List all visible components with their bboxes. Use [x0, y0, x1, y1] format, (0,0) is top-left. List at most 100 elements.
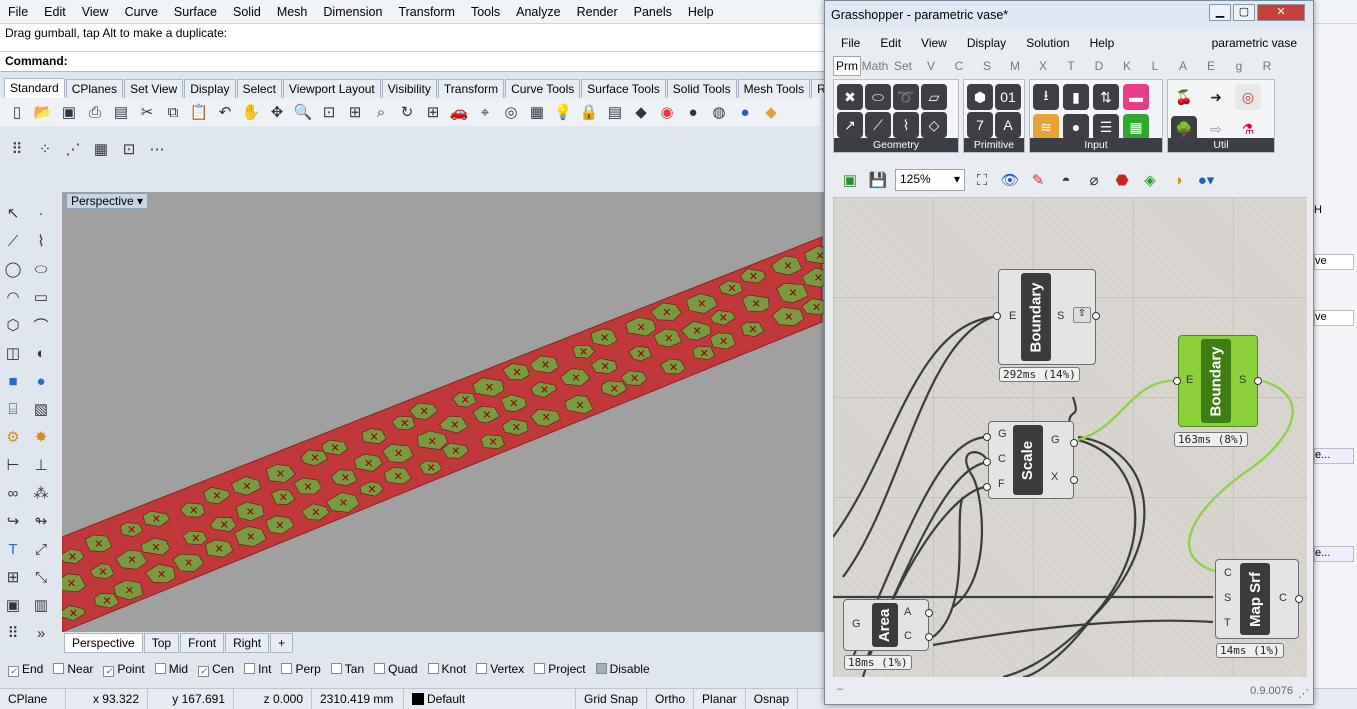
checkbox[interactable]	[534, 663, 546, 674]
zoom-icon[interactable]: 🔍	[292, 101, 314, 123]
osnap-point[interactable]: Point	[103, 662, 145, 677]
gh-document-name[interactable]: parametric vase	[1212, 36, 1297, 50]
scatter-icon[interactable]: ⊡	[118, 138, 140, 160]
planar-toggle[interactable]: Planar	[694, 689, 746, 709]
car-icon[interactable]: 🚗	[448, 101, 470, 123]
checkbox[interactable]	[374, 663, 386, 674]
input-pin[interactable]	[1173, 377, 1181, 385]
osnap-toggle[interactable]: Osnap	[746, 689, 799, 709]
gh-tab-prm[interactable]: Prm	[833, 56, 861, 76]
tab-display[interactable]: Display	[184, 79, 236, 98]
color-preview-icon[interactable]: ◑	[1167, 169, 1189, 191]
graph-mapper-icon[interactable]: ≋	[1033, 114, 1059, 140]
point-icon[interactable]: ·	[30, 202, 52, 224]
boundary-component-2[interactable]: Boundary E S	[1178, 335, 1258, 427]
input-port-g[interactable]: G	[852, 618, 861, 630]
block-icon[interactable]: ▣	[2, 594, 24, 616]
surface-corner-icon[interactable]: ◫	[2, 342, 24, 364]
viewport-tab-right[interactable]: Right	[225, 633, 270, 653]
more-tools-icon[interactable]: ⠿	[2, 622, 24, 644]
layer-icon[interactable]: ▤	[604, 101, 626, 123]
gh-menu-item-edit[interactable]: Edit	[880, 36, 901, 50]
dotted-curve-icon[interactable]: ⋯	[146, 138, 168, 160]
viewport-tab--[interactable]: +	[270, 633, 294, 653]
osnap-end[interactable]: End	[8, 662, 43, 677]
output-pin[interactable]	[1254, 377, 1262, 385]
mesh-param-icon[interactable]: ◇	[921, 112, 947, 138]
panel-button-1[interactable]: e...	[1314, 448, 1354, 464]
text-icon[interactable]: T	[2, 538, 24, 560]
gradient-icon[interactable]: ▬	[1123, 84, 1149, 110]
gh-tab-g[interactable]: g	[1225, 59, 1253, 73]
checkbox[interactable]	[476, 663, 488, 674]
gh-menu-item-file[interactable]: File	[841, 36, 860, 50]
ellipse-icon[interactable]: ⬭	[30, 258, 52, 280]
gh-tab-m[interactable]: M	[1001, 59, 1029, 73]
gh-menu-item-display[interactable]: Display	[967, 36, 1006, 50]
grid-icon[interactable]: ▦	[526, 101, 548, 123]
cut-icon[interactable]: ✂	[136, 101, 158, 123]
split-icon[interactable]: ⊥	[30, 454, 52, 476]
checkbox[interactable]	[330, 663, 342, 674]
osnap-knot[interactable]: Knot	[427, 662, 466, 676]
button-icon[interactable]: ●	[1063, 114, 1089, 140]
matrix-icon[interactable]: ▦	[1123, 114, 1149, 140]
gh-menu-item-solution[interactable]: Solution	[1026, 36, 1069, 50]
point-param-icon[interactable]: ✖	[837, 84, 863, 110]
open-folder-icon[interactable]: 📂	[32, 101, 54, 123]
select-arrow-icon[interactable]: ↖	[2, 202, 24, 224]
pan-hand-icon[interactable]: ✋	[240, 101, 262, 123]
grid-snap-toggle[interactable]: Grid Snap	[576, 689, 648, 709]
explode-icon[interactable]: ✸	[30, 426, 52, 448]
boundary-component-1[interactable]: Boundary E S ⇧	[998, 269, 1096, 365]
render-icon[interactable]: ◆	[630, 101, 652, 123]
zoom-extents-frame-icon[interactable]: ⛶	[971, 169, 993, 191]
text-param-icon[interactable]: A	[995, 112, 1021, 138]
color-wheel-icon[interactable]: ◉	[656, 101, 678, 123]
points-line-icon[interactable]: ⋰	[62, 138, 84, 160]
viewport-tab-front[interactable]: Front	[180, 633, 225, 653]
output-port-s[interactable]: S	[1239, 374, 1246, 386]
preview-shaded-icon[interactable]: ◓	[1055, 169, 1077, 191]
jump-icon[interactable]: ◎	[1235, 84, 1261, 110]
copy-icon[interactable]: ⧉	[162, 101, 184, 123]
output-pin[interactable]	[1070, 439, 1078, 447]
menu-item-render[interactable]: Render	[569, 0, 626, 24]
sketch-pen-icon[interactable]: ✎	[1027, 169, 1049, 191]
osnap-quad[interactable]: Quad	[374, 662, 418, 676]
checkbox[interactable]	[154, 663, 166, 674]
menu-item-view[interactable]: View	[74, 0, 117, 24]
zoom-select[interactable]: 125% ▾	[895, 169, 965, 191]
osnap-perp[interactable]: Perp	[281, 662, 321, 676]
tab-mesh-tools[interactable]: Mesh Tools	[737, 79, 811, 98]
boolean-icon[interactable]: ⁂	[30, 482, 52, 504]
gh-tab-math[interactable]: Math	[861, 59, 889, 73]
input-port-c[interactable]: C	[998, 453, 1006, 465]
checkbox[interactable]	[427, 663, 439, 674]
import-icon[interactable]: ⭳	[1033, 84, 1059, 110]
brep-param-icon[interactable]: ⌇	[893, 112, 919, 138]
output-port-a[interactable]: A	[904, 606, 911, 618]
light-icon[interactable]: 💡	[552, 101, 574, 123]
input-port-t[interactable]: T	[1224, 617, 1231, 629]
upload-arrow-icon[interactable]: ⇧	[1073, 307, 1091, 323]
checkbox[interactable]	[244, 663, 256, 674]
tab-cplanes[interactable]: CPlanes	[65, 79, 124, 98]
rotate-view-icon[interactable]: ✥	[266, 101, 288, 123]
open-file-icon[interactable]: ▣	[839, 169, 861, 191]
expand-icon[interactable]: »	[30, 622, 52, 644]
input-pin[interactable]	[983, 458, 991, 466]
tab-transform[interactable]: Transform	[437, 79, 505, 98]
gh-menu-item-help[interactable]: Help	[1090, 36, 1115, 50]
fillet-icon[interactable]: ↪	[2, 510, 24, 532]
gh-tab-set[interactable]: Set	[889, 59, 917, 73]
menu-item-tools[interactable]: Tools	[463, 0, 508, 24]
gh-tab-r[interactable]: R	[1253, 59, 1281, 73]
output-pin[interactable]	[1070, 476, 1078, 484]
preview-eye-icon[interactable]: 👁	[999, 169, 1021, 191]
tab-surface-tools[interactable]: Surface Tools	[581, 79, 666, 98]
input-port-e[interactable]: E	[1186, 374, 1193, 386]
gh-menu-item-view[interactable]: View	[921, 36, 947, 50]
input-pin[interactable]	[983, 483, 991, 491]
gh-tab-k[interactable]: K	[1113, 59, 1141, 73]
